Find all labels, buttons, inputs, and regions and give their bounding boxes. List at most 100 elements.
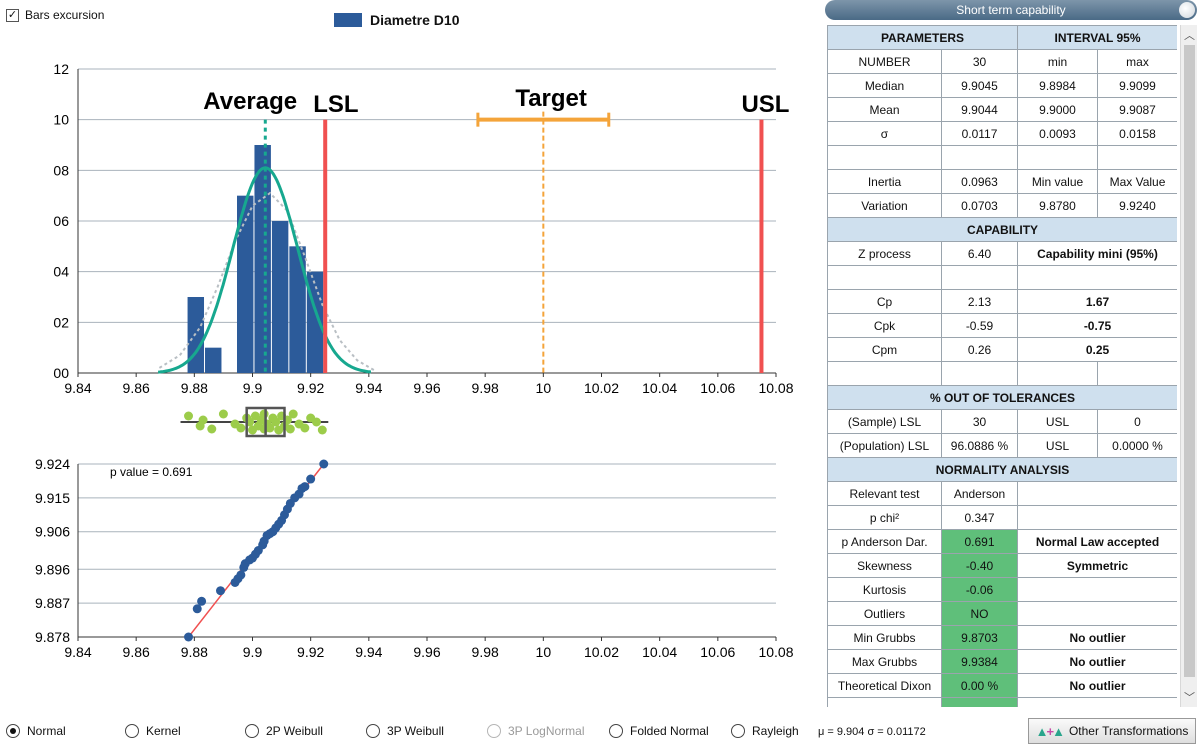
- stats-cell: Max Grubbs: [827, 649, 942, 674]
- y-tick-label: 02: [53, 314, 69, 330]
- distribution-radio-label: Kernel: [146, 724, 181, 738]
- distribution-radio-3p-lognormal: 3P LogNormal: [487, 724, 585, 738]
- stats-cell: [827, 361, 942, 386]
- box-data-point: [207, 424, 217, 434]
- stats-table-container: PARAMETERS INTERVAL 95% NUMBER 30 min max Medi…: [827, 25, 1177, 707]
- y-tick-label: 12: [53, 61, 69, 77]
- section-header-row: PARAMETERS INTERVAL 95%: [827, 25, 1177, 50]
- stats-cell: (Sample) LSL: [827, 409, 942, 434]
- stats-cell: [941, 265, 1018, 290]
- stats-cell: 9.9240: [1097, 193, 1177, 218]
- collapse-knob-icon[interactable]: [1179, 2, 1195, 18]
- x-tick-label: 9.84: [64, 644, 91, 660]
- stats-cell: [1017, 481, 1177, 506]
- stats-cell: USL: [1017, 433, 1098, 458]
- x-tick-label: 10.06: [700, 644, 735, 660]
- radio-icon[interactable]: [6, 724, 20, 738]
- radio-icon[interactable]: [125, 724, 139, 738]
- stats-row: Relevant test Anderson: [827, 481, 1177, 506]
- histogram-bar: [205, 347, 222, 373]
- chevron-down-icon[interactable]: ﹀: [1181, 689, 1198, 705]
- stats-row: Cpk -0.59 -0.75: [827, 313, 1177, 338]
- section-header-cell: PARAMETERS: [827, 25, 1018, 50]
- probability-point: [197, 596, 207, 606]
- distribution-radio-kernel[interactable]: Kernel: [125, 724, 181, 738]
- panel-scrollbar[interactable]: ︿ ﹀: [1180, 25, 1197, 707]
- distribution-radio-label: Rayleigh: [752, 724, 799, 738]
- stats-row: Min Grubbs 9.8703 No outlier: [827, 625, 1177, 650]
- stats-cell: 9.9384: [941, 649, 1018, 674]
- radio-icon[interactable]: [245, 724, 259, 738]
- stats-cell: Z process: [827, 241, 942, 266]
- probability-point: [306, 474, 316, 484]
- stats-row: Median 9.9045 9.8984 9.9099: [827, 73, 1177, 98]
- stats-row: [827, 265, 1177, 290]
- stats-cell: 9.8984: [1017, 73, 1098, 98]
- distribution-radio-3p-weibull[interactable]: 3P Weibull: [366, 724, 444, 738]
- radio-icon[interactable]: [609, 724, 623, 738]
- stats-row: Theoretical Dixon 0.00 % No outlier: [827, 673, 1177, 698]
- x-tick-label: 10.08: [758, 380, 793, 396]
- stats-cell: Min Grubbs: [827, 625, 942, 650]
- stats-cell: 0.26: [941, 337, 1018, 362]
- x-tick-label: 10.04: [642, 644, 677, 660]
- p-value-annotation: p value = 0.691: [110, 465, 193, 479]
- chevron-up-icon[interactable]: ︿: [1181, 27, 1198, 43]
- stats-cell: [1097, 145, 1177, 170]
- stats-row: Cpm 0.26 0.25: [827, 337, 1177, 362]
- average-label: Average: [203, 88, 297, 115]
- stats-cell: NUMBER: [827, 49, 942, 74]
- distribution-shapes-icon: ▲+▲: [1035, 723, 1065, 739]
- radio-icon[interactable]: [366, 724, 380, 738]
- stats-cell: 0.0000 %: [1097, 433, 1177, 458]
- x-tick-label: 10: [536, 644, 552, 660]
- y-tick-label: 06: [53, 213, 69, 229]
- panel-title: Short term capability: [956, 3, 1066, 17]
- stats-cell: [1017, 265, 1177, 290]
- stats-cell: Skewness: [827, 553, 942, 578]
- x-tick-label: 9.96: [413, 380, 440, 396]
- stats-cell: 0.25: [1017, 337, 1177, 362]
- x-tick-label: 10.06: [700, 380, 735, 396]
- stats-row: Kurtosis -0.06: [827, 577, 1177, 602]
- stats-row: Skewness -0.40 Symmetric: [827, 553, 1177, 578]
- panel-header[interactable]: Short term capability: [825, 0, 1197, 20]
- stats-cell: 9.9099: [1097, 73, 1177, 98]
- stats-cell: -0.06: [941, 577, 1018, 602]
- stats-cell: [941, 361, 1018, 386]
- stats-cell: 0.0963: [941, 169, 1018, 194]
- stats-row: (Population) LSL 96.0886 % USL 0.0000 %: [827, 433, 1177, 458]
- probability-point: [192, 604, 202, 614]
- stats-cell: 9.8780: [1017, 193, 1098, 218]
- scrollbar-thumb[interactable]: [1184, 45, 1195, 677]
- distribution-radio-folded-normal[interactable]: Folded Normal: [609, 724, 709, 738]
- stats-cell: 0.0703: [941, 193, 1018, 218]
- y-tick-label: 9.887: [35, 595, 70, 611]
- section-header-cell: CAPABILITY: [827, 217, 1177, 242]
- stats-row: Variation 0.0703 9.8780 9.9240: [827, 193, 1177, 218]
- x-tick-label: 9.88: [181, 644, 208, 660]
- stats-cell: 0.0117: [941, 121, 1018, 146]
- radio-icon[interactable]: [731, 724, 745, 738]
- stats-cell: 30: [941, 49, 1018, 74]
- distribution-radio-label: 2P Weibull: [266, 724, 323, 738]
- stats-cell: 0.00 %: [941, 673, 1018, 698]
- x-tick-label: 10: [536, 380, 552, 396]
- stats-cell: Mean: [827, 97, 942, 122]
- y-tick-label: 08: [53, 162, 69, 178]
- section-header-row: NORMALITY ANALYSIS: [827, 457, 1177, 482]
- box-data-point: [288, 409, 298, 419]
- stats-cell: 0.347: [941, 505, 1018, 530]
- stats-cell: 30: [941, 409, 1018, 434]
- probability-point: [300, 482, 310, 492]
- other-transformations-button[interactable]: ▲+▲ Other Transformations: [1028, 718, 1196, 744]
- x-tick-label: 10.02: [584, 380, 619, 396]
- distribution-radio-normal[interactable]: Normal: [6, 724, 66, 738]
- stats-cell: Symmetric: [1017, 553, 1177, 578]
- distribution-radio-label: Folded Normal: [630, 724, 709, 738]
- probability-point: [319, 459, 329, 469]
- distribution-radio-rayleigh[interactable]: Rayleigh: [731, 724, 799, 738]
- stats-cell: [1017, 577, 1177, 602]
- stats-cell: No outlier: [1017, 673, 1177, 698]
- distribution-radio-2p-weibull[interactable]: 2P Weibull: [245, 724, 323, 738]
